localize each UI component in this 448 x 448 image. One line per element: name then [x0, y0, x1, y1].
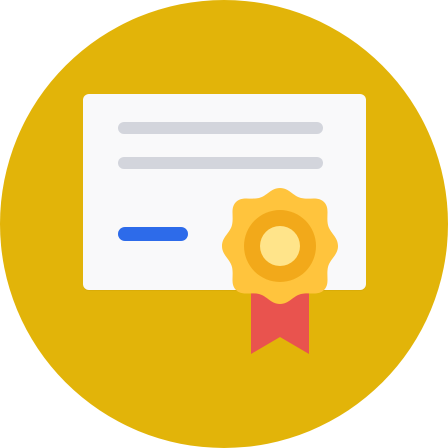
signature-line — [118, 227, 188, 241]
certificate-icon — [0, 0, 448, 448]
certificate-text-line-1 — [118, 122, 323, 134]
certificate-text-line-2 — [118, 157, 323, 169]
seal-center — [260, 226, 300, 266]
seal-icon — [222, 188, 338, 354]
